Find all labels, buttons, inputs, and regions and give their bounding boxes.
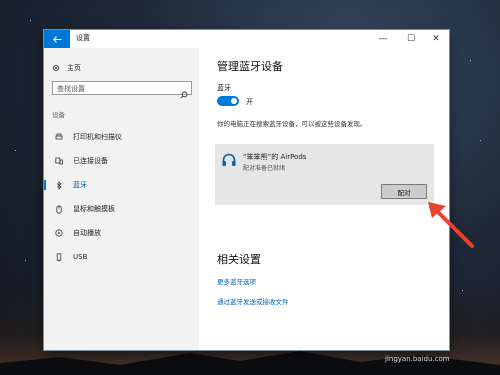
back-button[interactable]: [44, 30, 70, 48]
watermark-logo: Bai 经验: [350, 330, 412, 348]
usb-icon: [52, 252, 66, 262]
close-icon: ✕: [432, 34, 440, 44]
sidebar-item-label: 打印机和扫描仪: [73, 133, 122, 141]
printer-icon: [52, 133, 66, 141]
sidebar-item-label: 自动播放: [73, 229, 101, 237]
related-settings-title: 相关设置: [217, 253, 261, 266]
page-title: 管理蓝牙设备: [217, 60, 283, 73]
maximize-button[interactable]: ☐: [400, 30, 422, 48]
toggle-state-label: 开: [246, 98, 253, 106]
minimize-icon: —: [378, 34, 388, 44]
device-name: “笨笨熊”的 AirPods: [243, 153, 307, 161]
sidebar: 主页 查找设置 设备 打印机和扫描仪 已连接设备 蓝牙 鼠标和触摸板 自动播放 …: [44, 48, 199, 350]
window-title: 设置: [76, 34, 90, 42]
device-status: 配对准备已就绪: [243, 165, 286, 172]
active-indicator: [44, 180, 46, 190]
status-text: 你的电脑正在搜索蓝牙设备，可以被这些设备发现。: [217, 120, 367, 128]
sidebar-item-label: 已连接设备: [73, 157, 108, 165]
sidebar-item-mouse[interactable]: 鼠标和触摸板: [44, 201, 199, 217]
device-card-airpods[interactable]: “笨笨熊”的 AirPods 配对准备已就绪 配对: [215, 144, 434, 205]
sidebar-item-usb[interactable]: USB: [44, 249, 199, 265]
connected-devices-icon: [52, 157, 66, 165]
main-pane: 管理蓝牙设备 蓝牙 开 你的电脑正在搜索蓝牙设备，可以被这些设备发现。 “笨笨熊…: [199, 48, 449, 350]
search-icon: [180, 84, 188, 103]
more-bluetooth-options-link[interactable]: 更多蓝牙选项: [217, 276, 256, 286]
minimize-button[interactable]: —: [372, 30, 394, 48]
maximize-icon: ☐: [406, 34, 416, 44]
close-button[interactable]: ✕: [425, 30, 447, 48]
sidebar-home-label: 主页: [67, 64, 81, 72]
send-receive-files-link[interactable]: 通过蓝牙发送或接收文件: [217, 296, 289, 306]
autoplay-icon: [52, 229, 66, 237]
watermark-url: jingyan.baidu.com: [385, 355, 450, 363]
sidebar-item-label: 蓝牙: [73, 181, 87, 189]
search-placeholder: 查找设置: [57, 85, 85, 93]
bluetooth-label: 蓝牙: [217, 84, 231, 92]
sidebar-item-printers[interactable]: 打印机和扫描仪: [44, 129, 199, 145]
sidebar-item-home[interactable]: 主页: [52, 62, 81, 74]
search-input[interactable]: 查找设置: [52, 81, 192, 99]
sidebar-item-bluetooth[interactable]: 蓝牙: [44, 177, 199, 193]
title-bar: 设置 — ☐ ✕: [44, 30, 449, 48]
section-label-devices: 设备: [52, 111, 65, 119]
toggle-knob: [231, 98, 237, 104]
headphones-icon: [221, 152, 237, 172]
mouse-icon: [52, 204, 66, 214]
gear-icon: [52, 64, 60, 72]
settings-window: 设置 — ☐ ✕ 主页 查找设置 设备 打印机和扫描仪 已连接设备 蓝牙 鼠标和…: [44, 30, 449, 350]
sidebar-item-label: 鼠标和触摸板: [73, 205, 115, 213]
sidebar-item-autoplay[interactable]: 自动播放: [44, 225, 199, 241]
back-arrow-icon: [52, 35, 61, 43]
bluetooth-toggle[interactable]: [217, 96, 239, 106]
bluetooth-icon: [52, 180, 66, 190]
sidebar-item-label: USB: [73, 253, 88, 261]
annotation-arrow: [428, 202, 474, 248]
sidebar-item-connected-devices[interactable]: 已连接设备: [44, 153, 199, 169]
